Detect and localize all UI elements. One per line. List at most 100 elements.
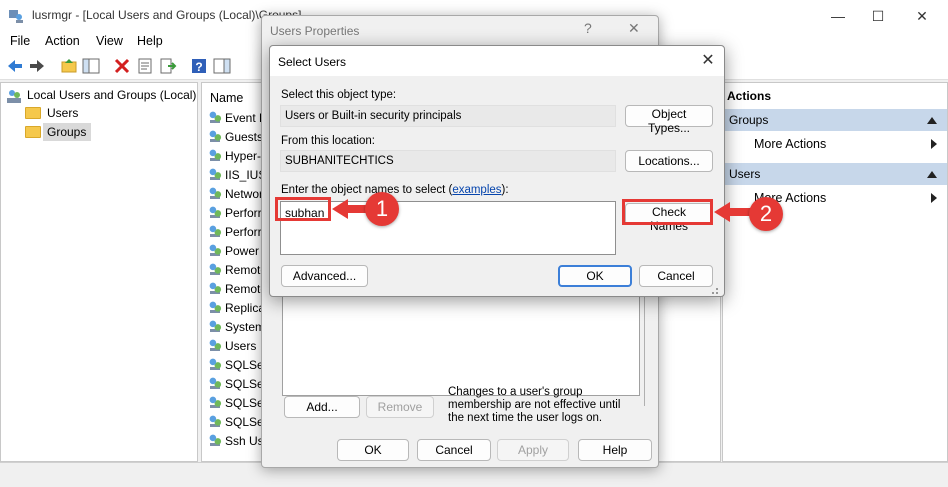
forward-arrow-icon[interactable] — [28, 57, 46, 75]
tree-root[interactable]: Local Users and Groups (Local) — [27, 88, 196, 102]
add-button[interactable]: Add... — [284, 396, 360, 418]
step-badge: 1 — [365, 192, 399, 226]
dialog-title: Select Users — [278, 55, 347, 69]
actions-pane: Actions Groups More Actions Users More A… — [722, 82, 948, 462]
examples-link[interactable]: examples — [452, 184, 501, 196]
group-icon — [208, 300, 222, 314]
group-icon — [208, 167, 222, 181]
collapse-up-icon[interactable] — [927, 116, 937, 124]
computer-management-icon — [9, 10, 23, 23]
dialog-title: Users Properties — [270, 24, 360, 38]
menu-file[interactable]: File — [10, 34, 30, 48]
menu-view[interactable]: View — [96, 34, 123, 48]
list-item-label: Users — [225, 339, 257, 353]
help-icon[interactable]: ? — [190, 57, 208, 75]
membership-note: Changes to a user's group membership are… — [448, 386, 621, 424]
group-icon — [208, 319, 222, 333]
group-icon — [208, 205, 222, 219]
select-users-titlebar: Select Users ✕ — [270, 46, 724, 76]
enter-names-label-suffix: ): — [501, 184, 509, 196]
back-arrow-icon[interactable] — [6, 57, 24, 75]
step-badge: 2 — [749, 197, 783, 231]
dialog-close-button[interactable]: ✕ — [698, 51, 718, 71]
actions-section-title: Groups — [729, 113, 769, 127]
location-label: From this location: — [281, 135, 375, 147]
properties-icon[interactable] — [136, 57, 154, 75]
minimize-button[interactable]: — — [828, 6, 848, 26]
column-header-name[interactable]: Name — [210, 91, 243, 105]
group-icon — [208, 129, 222, 143]
more-actions-groups[interactable]: More Actions — [754, 137, 826, 151]
action-pane-icon[interactable] — [213, 57, 231, 75]
group-icon — [208, 414, 222, 428]
help-question-button[interactable]: ? — [584, 20, 592, 36]
users-groups-icon — [7, 90, 21, 103]
tree-item-groups[interactable]: Groups — [47, 125, 86, 139]
list-item-label: Perforr — [225, 206, 262, 220]
advanced-button[interactable]: Advanced... — [281, 265, 368, 287]
apply-button[interactable]: Apply — [497, 439, 569, 461]
group-icon — [208, 395, 222, 409]
maximize-button[interactable]: ☐ — [868, 6, 888, 26]
list-item-label: Power — [225, 244, 260, 258]
remove-button[interactable]: Remove — [366, 396, 434, 418]
object-types-button[interactable]: Object Types... — [625, 105, 713, 135]
group-icon — [208, 433, 222, 447]
help-button[interactable]: Help — [578, 439, 652, 461]
actions-header: Actions — [723, 85, 947, 107]
collapse-up-icon[interactable] — [927, 170, 937, 178]
enter-names-label: Enter the object names to select (exampl… — [281, 184, 509, 196]
menu-help[interactable]: Help — [137, 34, 163, 48]
ok-button[interactable]: OK — [337, 439, 409, 461]
list-item-label: Replica — [225, 301, 266, 315]
group-icon — [208, 243, 222, 257]
up-folder-icon[interactable] — [60, 57, 78, 75]
actions-section-groups[interactable]: Groups — [723, 109, 947, 131]
actions-section-users[interactable]: Users — [723, 163, 947, 185]
tree-item-users[interactable]: Users — [47, 106, 78, 120]
list-item-label: Hyper- — [225, 149, 262, 163]
highlight-box-check-names — [622, 199, 713, 225]
resize-grip[interactable] — [716, 288, 718, 290]
group-icon — [208, 281, 222, 295]
menu-action[interactable]: Action — [45, 34, 80, 48]
arrow-left-icon — [332, 199, 370, 219]
list-item-label: Event L — [225, 111, 266, 125]
list-item-label: Networ — [225, 187, 264, 201]
list-item-label: System — [225, 320, 266, 334]
svg-text:?: ? — [195, 60, 202, 74]
folder-icon — [25, 107, 41, 119]
actions-section-title: Users — [729, 167, 761, 181]
arrow-left-icon — [714, 202, 752, 222]
close-button[interactable]: ✕ — [912, 6, 932, 26]
list-item-label: Perforr — [225, 225, 262, 239]
locations-button[interactable]: Locations... — [625, 150, 713, 172]
location-field: SUBHANITECHTICS — [280, 150, 616, 172]
resize-grip[interactable] — [716, 292, 718, 294]
export-list-icon[interactable] — [159, 57, 177, 75]
group-icon — [208, 110, 222, 124]
submenu-arrow-icon — [931, 139, 937, 149]
group-icon — [208, 262, 222, 276]
group-icon — [208, 376, 222, 390]
object-type-label: Select this object type: — [281, 89, 397, 101]
group-icon — [208, 186, 222, 200]
dialog-close-button[interactable]: ✕ — [628, 20, 640, 37]
group-icon — [208, 338, 222, 352]
object-type-field: Users or Built-in security principals — [280, 105, 616, 127]
list-item-label: Guests — [225, 130, 264, 144]
show-tree-icon[interactable] — [82, 57, 100, 75]
resize-grip[interactable] — [712, 292, 714, 294]
highlight-box-input — [275, 197, 331, 221]
tree-pane: Local Users and Groups (Local) Users Gro… — [0, 82, 198, 462]
folder-icon — [25, 126, 41, 138]
select-users-dialog: Select Users ✕ Select this object type: … — [269, 45, 725, 297]
group-icon — [208, 148, 222, 162]
select-cancel-button[interactable]: Cancel — [639, 265, 713, 287]
submenu-arrow-icon — [931, 193, 937, 203]
select-ok-button[interactable]: OK — [558, 265, 632, 287]
delete-icon[interactable] — [113, 57, 131, 75]
group-icon — [208, 357, 222, 371]
enter-names-label-text: Enter the object names to select ( — [281, 184, 453, 196]
cancel-button[interactable]: Cancel — [417, 439, 491, 461]
